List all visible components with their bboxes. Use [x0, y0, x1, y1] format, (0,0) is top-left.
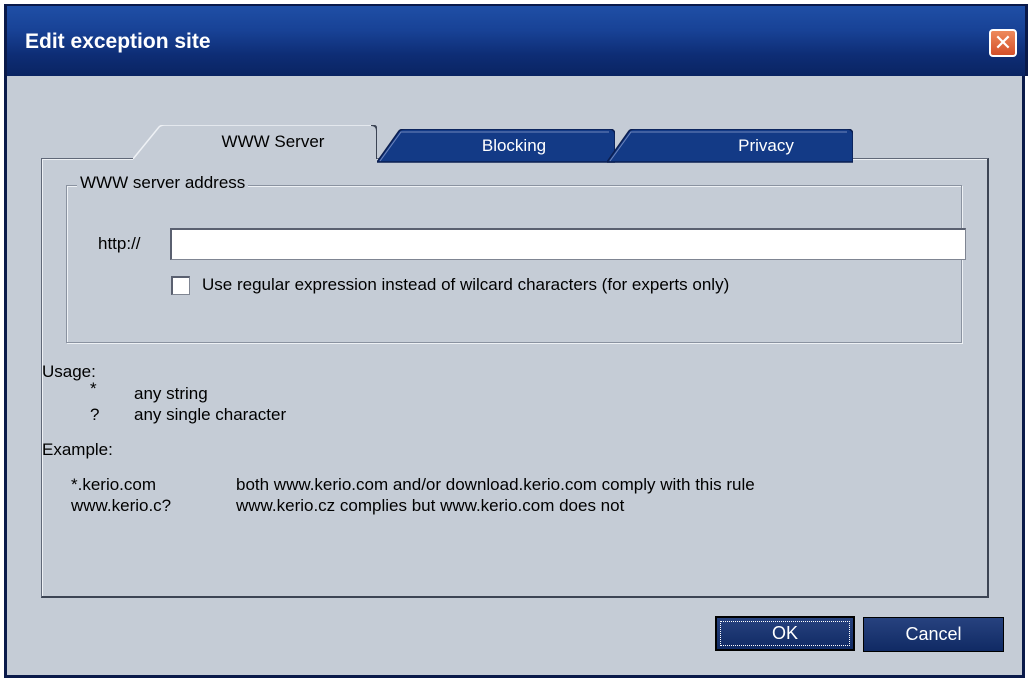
usage-heading: Usage: — [42, 362, 96, 381]
tab-www-server[interactable]: WWW Server — [133, 125, 377, 160]
ok-button-label: OK — [771, 623, 798, 643]
cancel-button-label: Cancel — [905, 624, 962, 644]
server-address-groupbox: WWW server address http:// Use regular e… — [66, 173, 966, 343]
ok-button[interactable]: OK — [715, 616, 855, 651]
dialog-body: Blocking Privacy WWW server address http… — [7, 76, 1022, 675]
dialog-title: Edit exception site — [25, 30, 211, 53]
close-button[interactable]: ✕ — [989, 29, 1017, 57]
groupbox-legend: WWW server address — [77, 173, 249, 193]
regex-checkbox[interactable] — [171, 276, 190, 295]
example-pattern: www.kerio.c? — [71, 496, 172, 515]
usage-meaning: any string — [134, 384, 208, 403]
regex-checkbox-label[interactable]: Use regular expression instead of wilcar… — [202, 275, 729, 295]
tab-www-server-label: WWW Server — [221, 132, 325, 151]
example-heading: Example: — [42, 440, 113, 459]
example-pattern: *.kerio.com — [71, 475, 157, 494]
http-prefix-label: http:// — [98, 234, 141, 253]
usage-symbol: ? — [90, 405, 100, 424]
usage-symbol: * — [90, 379, 97, 398]
tab-blocking[interactable]: Blocking — [377, 129, 615, 163]
server-address-input[interactable] — [170, 228, 966, 260]
close-icon: ✕ — [993, 30, 1013, 55]
dialog-window: Edit exception site ✕ Blocking Privacy W… — [4, 4, 1028, 678]
example-description: www.kerio.cz complies but www.kerio.com … — [236, 496, 625, 515]
cancel-button[interactable]: Cancel — [863, 617, 1004, 652]
example-description: both www.kerio.com and/or download.kerio… — [236, 475, 755, 494]
tab-blocking-label: Blocking — [481, 136, 547, 155]
title-bar[interactable]: Edit exception site ✕ — [4, 4, 1028, 76]
tab-privacy-label: Privacy — [738, 136, 794, 155]
tab-privacy[interactable]: Privacy — [607, 129, 853, 163]
usage-meaning: any single character — [134, 405, 287, 424]
ok-focus-ring: OK — [720, 621, 850, 646]
tab-panel-www-server: WWW server address http:// Use regular e… — [41, 158, 989, 598]
tab-privacy-shape — [607, 129, 853, 163]
